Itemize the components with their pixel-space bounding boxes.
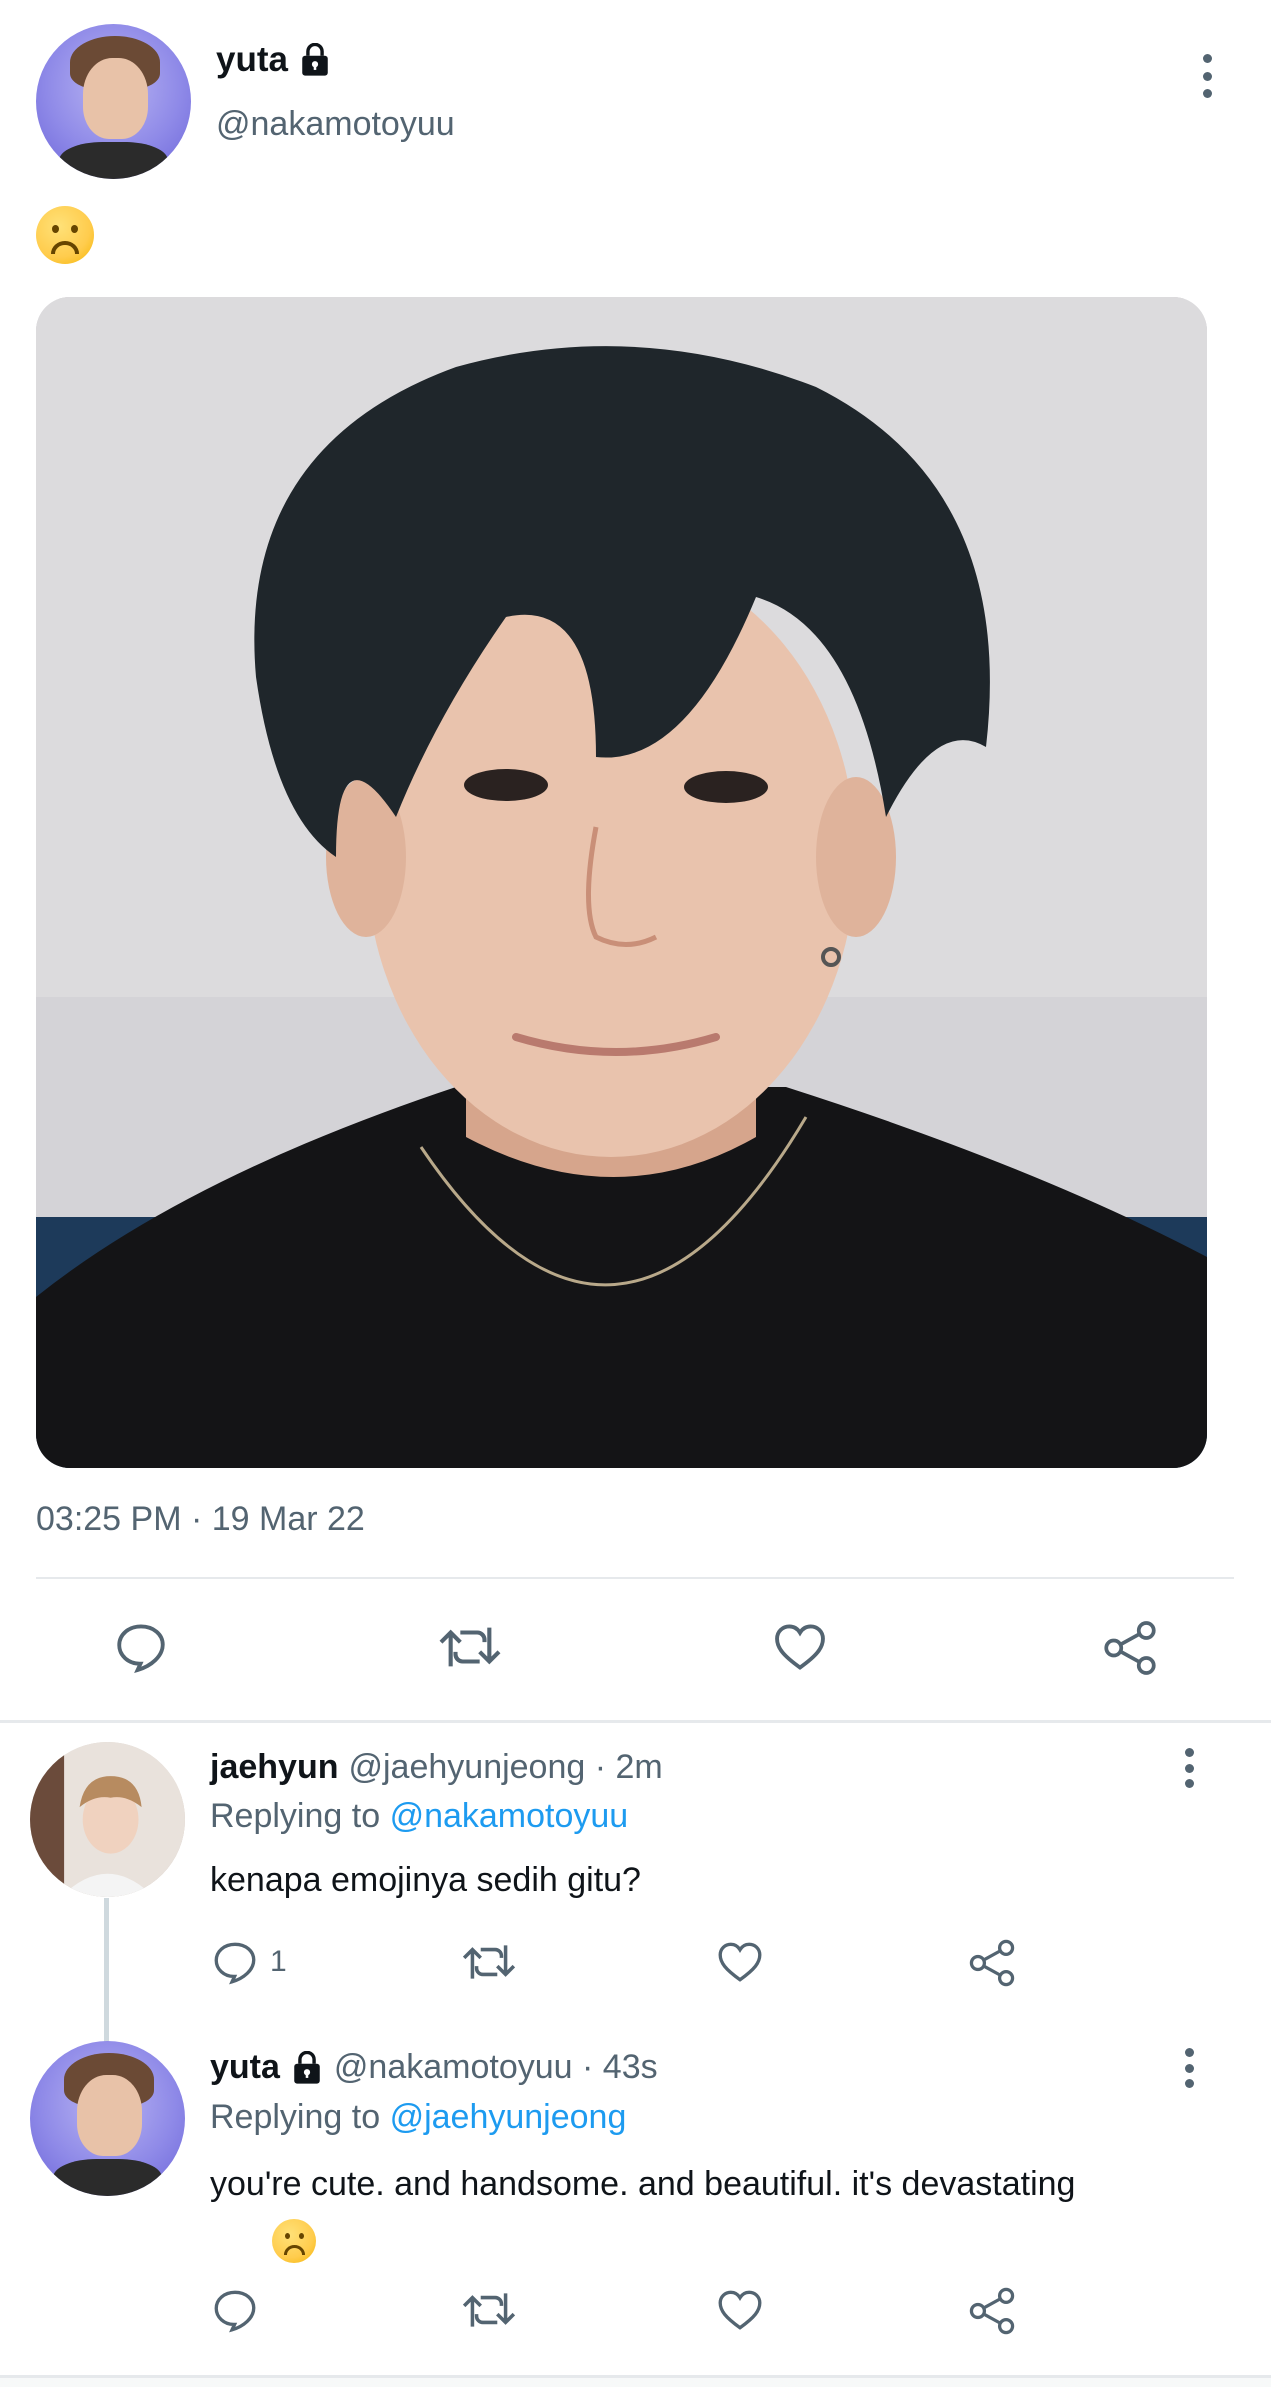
retweet-icon (439, 1627, 501, 1667)
share-icon (969, 1939, 1015, 1987)
replying-to-line: Replying to @jaehyunjeong (210, 2098, 627, 2136)
tweet-photo[interactable] (36, 297, 1207, 1468)
portrait-illustration (36, 297, 1207, 1468)
author-handle[interactable]: @nakamotoyuu (216, 105, 455, 144)
lock-icon (302, 43, 328, 76)
more-options-icon[interactable] (1182, 2048, 1196, 2088)
bottom-strip (0, 2378, 1271, 2387)
retweet-icon (462, 2293, 516, 2327)
share-button[interactable] (966, 2285, 1018, 2337)
like-button[interactable] (714, 1937, 766, 1987)
replying-to-line: Replying to @nakamotoyuu (210, 1797, 629, 1835)
reply-button[interactable]: 1 (210, 1937, 287, 1987)
divider (36, 1577, 1234, 1579)
reply-text: you're cute. and handsome. and beautiful… (210, 2165, 1076, 2203)
share-icon (1104, 1621, 1156, 1675)
more-options-icon[interactable] (1200, 54, 1214, 98)
section-divider (0, 1720, 1271, 1723)
retweet-button[interactable] (460, 1937, 518, 1987)
like-icon (718, 1942, 762, 1982)
reply-count: 1 (270, 1945, 287, 1978)
replying-to-mention[interactable]: @nakamotoyuu (390, 1797, 629, 1835)
share-button[interactable] (966, 1937, 1018, 1989)
reply-handle-time[interactable]: @nakamotoyuu · 43s (334, 2048, 658, 2087)
like-icon (718, 2290, 762, 2330)
more-options-icon[interactable] (1182, 1748, 1196, 1788)
reply-text: kenapa emojinya sedih gitu? (210, 1861, 641, 1899)
replying-to-mention[interactable]: @jaehyunjeong (390, 2098, 627, 2136)
reply-icon (214, 2290, 256, 2333)
reply-header: jaehyun @jaehyunjeong · 2m (210, 1748, 663, 1787)
tweet-timestamp: 03:25 PM · 19 Mar 22 (36, 1500, 365, 1538)
retweet-button[interactable] (436, 1618, 504, 1676)
reply-avatar-jaehyun[interactable] (30, 1742, 185, 1897)
reply-display-name[interactable]: yuta (210, 2048, 280, 2087)
retweet-icon (462, 1945, 516, 1979)
retweet-button[interactable] (460, 2285, 518, 2335)
reply-button[interactable] (210, 2285, 260, 2335)
reply-header: yuta @nakamotoyuu · 43s (210, 2048, 658, 2087)
author-avatar[interactable] (36, 24, 191, 179)
reply-display-name[interactable]: jaehyun (210, 1748, 338, 1787)
share-button[interactable] (1100, 1618, 1160, 1678)
reply-handle-time[interactable]: @jaehyunjeong · 2m (348, 1748, 662, 1787)
reply-icon (214, 1942, 256, 1985)
author-display-name[interactable]: yuta (216, 40, 332, 80)
frowning-face-emoji (272, 2219, 317, 2263)
lock-icon (294, 2050, 320, 2084)
like-icon (775, 1624, 825, 1670)
reply-avatar-yuta[interactable] (30, 2041, 185, 2196)
reply-button[interactable] (112, 1618, 170, 1676)
like-button[interactable] (770, 1618, 830, 1676)
reply-icon (117, 1624, 165, 1673)
like-button[interactable] (714, 2285, 766, 2335)
frowning-face-emoji (36, 206, 94, 264)
share-icon (969, 2287, 1015, 2335)
thread-connector (104, 1898, 109, 2042)
